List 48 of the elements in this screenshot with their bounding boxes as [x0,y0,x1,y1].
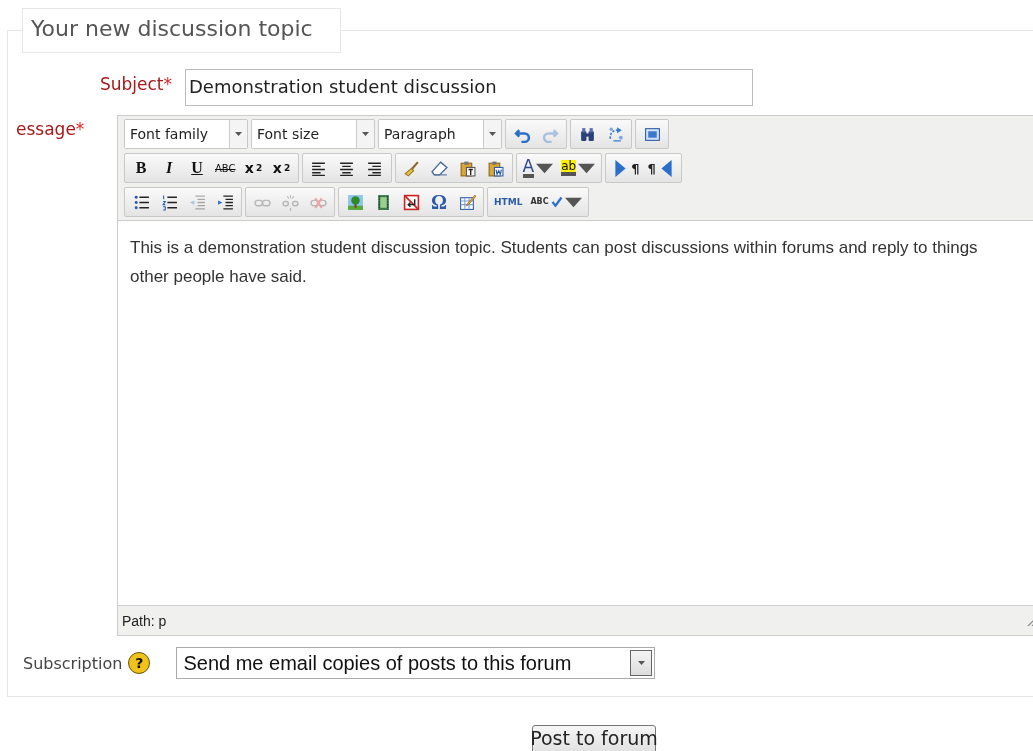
special-character-button[interactable]: Ω [425,189,453,215]
bullet-list-icon [132,193,150,211]
checkmark-icon [550,196,563,208]
help-icon[interactable]: ? [128,652,151,674]
broken-link-icon [281,193,299,211]
editor-content[interactable]: This is a demonstration student discussion topic. Students can post discussions within forums and reply to things other people have said. [118,220,1033,606]
brush-icon [403,159,420,177]
subscription-dropdown[interactable]: Send me email copies of posts to this forum [176,647,656,679]
text-color-button[interactable]: A [518,155,558,181]
indent-icon [216,193,234,211]
spellcheck-button[interactable]: ABC [526,189,586,215]
caret-icon [637,661,645,665]
caret-icon [362,132,369,136]
clipboard-icon [459,159,476,177]
numbered-list-icon [160,193,178,211]
clipboard-icon [487,159,504,177]
binoculars-icon [578,125,596,143]
align-left-icon [310,159,327,177]
subscription-label: Subscription [23,653,123,673]
format-button[interactable]: U [183,155,211,181]
eraser-icon [431,159,448,177]
table-pencil-icon [458,193,476,211]
caret-icon [235,132,242,136]
window-icon [643,125,661,143]
align-center-icon [338,159,355,177]
format-dropdown[interactable]: Font size [252,120,374,148]
format-button[interactable]: B [127,155,155,181]
replace-icon [606,125,624,143]
outdent-icon [188,193,206,211]
subject-label: Subject* [98,73,172,94]
format-dropdown[interactable]: Paragraph [379,120,501,148]
path-label: Path: p [122,612,167,629]
align-right-icon [366,159,383,177]
format-button[interactable]: x$^{2}$ [267,155,296,181]
format-button[interactable]: I [155,155,183,181]
arrow-box-icon [402,193,420,211]
tree-picture-icon [346,193,364,211]
subject-field[interactable]: Demonstration student discussion [185,69,753,106]
section-title: Your new discussion topic [22,8,341,53]
direction-button[interactable]: ¶ [608,155,644,181]
direction-button[interactable]: ¶ [643,155,679,181]
format-button[interactable]: ABC [211,155,240,181]
message-text: This is a demonstration student discussion topic. Students can post discussions within forums and reply to things other people have said. [130,237,979,288]
caret-icon [489,132,496,136]
highlight-color-button[interactable]: ab [557,155,600,181]
html-button[interactable]: HTML [490,189,527,215]
message-label: essage* [15,118,86,139]
format-dropdown[interactable]: Font family [125,120,247,148]
